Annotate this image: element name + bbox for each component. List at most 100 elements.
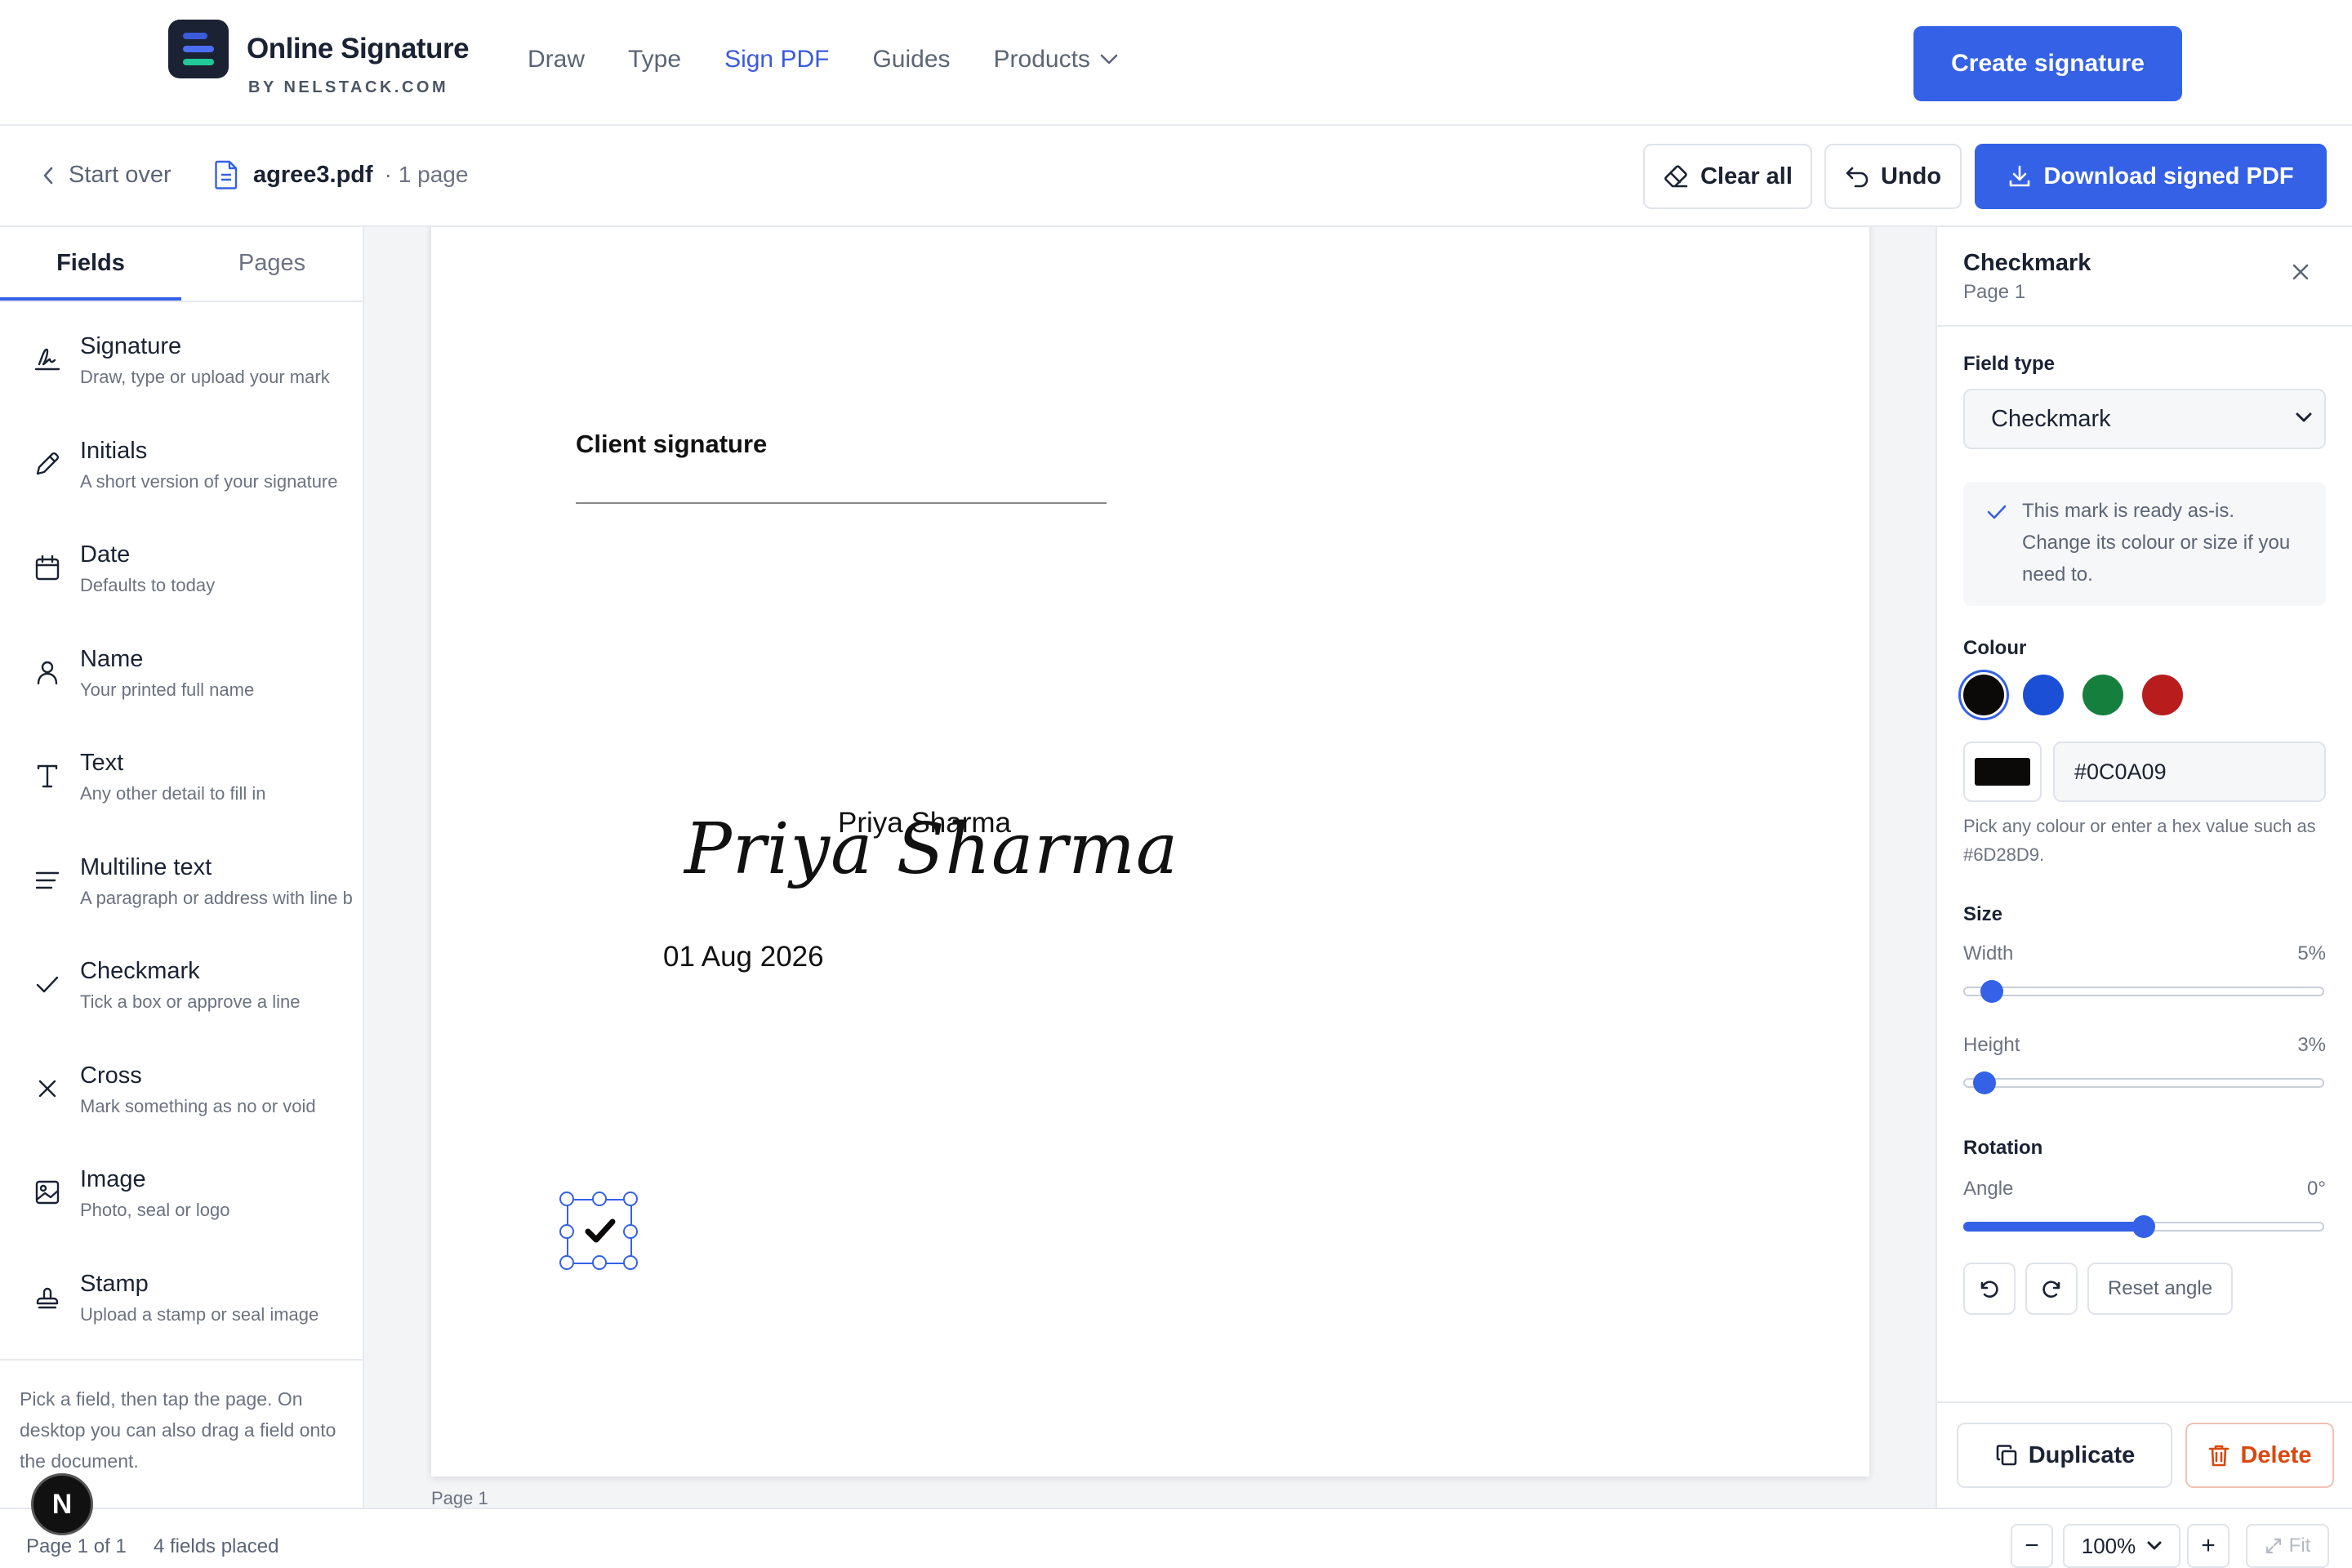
nav-products-label: Products <box>993 46 1090 73</box>
check-icon <box>1987 505 2007 519</box>
resize-handle[interactable] <box>623 1255 638 1270</box>
panel-header: Checkmark Page 1 <box>1937 227 2352 327</box>
resize-handle[interactable] <box>559 1255 574 1270</box>
angle-slider[interactable] <box>1963 1215 2326 1238</box>
delete-button[interactable]: Delete <box>2185 1423 2334 1488</box>
resize-handle[interactable] <box>592 1255 607 1270</box>
height-value: 3% <box>2297 1034 2326 1056</box>
clear-all-button[interactable]: Clear all <box>1643 144 1812 209</box>
slider-knob[interactable] <box>2132 1215 2155 1238</box>
brand[interactable]: Online Signature BY NELSTACK.COM <box>168 20 470 97</box>
pdf-page[interactable]: Client signature Priya Sharma Priya Shar… <box>431 227 1869 1477</box>
fields-sidebar: Fields Pages Signature Draw, type or upl… <box>0 227 364 1508</box>
brand-subtitle: BY NELSTACK.COM <box>248 78 449 96</box>
undo-label: Undo <box>1880 163 1942 189</box>
start-over-link[interactable]: Start over <box>42 162 172 189</box>
tab-pages[interactable]: Pages <box>181 227 363 301</box>
reset-angle-button[interactable]: Reset angle <box>2087 1263 2233 1315</box>
field-title: Signature <box>80 333 182 359</box>
signature-icon <box>34 348 60 371</box>
document-canvas: Client signature Priya Sharma Priya Shar… <box>364 227 1936 1508</box>
colour-swatch[interactable] <box>2023 675 2064 715</box>
undo-button[interactable]: Undo <box>1824 144 1962 209</box>
nav-type[interactable]: Type <box>628 46 681 74</box>
resize-handle[interactable] <box>623 1192 638 1206</box>
hex-colour-input[interactable]: #0C0A09 <box>2053 742 2326 802</box>
nav-draw[interactable]: Draw <box>528 46 585 74</box>
close-icon[interactable] <box>2290 261 2311 283</box>
field-item-initials[interactable]: Initials A short version of your signatu… <box>0 415 363 519</box>
file-info: agree3.pdf · 1 page <box>214 160 468 189</box>
rotate-left-button[interactable] <box>1963 1263 2016 1315</box>
height-slider[interactable] <box>1963 1071 2326 1094</box>
download-signed-pdf-button[interactable]: Download signed PDF <box>1975 144 2327 209</box>
field-desc: Tick a box or approve a line <box>80 991 301 1012</box>
duplicate-button[interactable]: Duplicate <box>1957 1423 2172 1488</box>
placed-date-field[interactable]: 01 Aug 2026 <box>663 941 824 973</box>
size-label: Size <box>1963 903 2003 925</box>
resize-handle[interactable] <box>623 1224 638 1239</box>
nav-guides[interactable]: Guides <box>872 46 950 74</box>
slider-knob[interactable] <box>1973 1071 1996 1094</box>
colour-preview[interactable] <box>1963 742 2042 802</box>
signature-line <box>576 502 1107 504</box>
field-item-cross[interactable]: Cross Mark something as no or void <box>0 1040 363 1144</box>
placed-name-field[interactable]: Priya Sharma <box>838 807 1011 840</box>
field-type-select[interactable]: Checkmark <box>1963 389 2326 449</box>
field-title: Date <box>80 541 131 568</box>
delete-label: Delete <box>2240 1441 2312 1468</box>
colour-swatch[interactable] <box>2082 675 2123 715</box>
brand-logo-icon <box>168 20 229 78</box>
width-label: Width <box>1963 942 2014 964</box>
nav-sign-pdf[interactable]: Sign PDF <box>724 46 829 74</box>
rotate-right-button[interactable] <box>2025 1263 2078 1315</box>
field-item-signature[interactable]: Signature Draw, type or upload your mark <box>0 310 363 415</box>
file-name: agree3.pdf <box>253 161 373 188</box>
check-icon <box>585 1218 616 1243</box>
lines-icon <box>35 871 60 889</box>
pen-icon <box>36 452 60 474</box>
colour-swatch[interactable] <box>2142 675 2183 715</box>
field-desc: Defaults to today <box>80 575 216 595</box>
field-item-image[interactable]: Image Photo, seal or logo <box>0 1143 363 1248</box>
width-value: 5% <box>2297 942 2326 964</box>
resize-handle[interactable] <box>592 1192 607 1206</box>
sidebar-tabs: Fields Pages <box>0 227 363 302</box>
field-title: Text <box>80 750 124 776</box>
rotation-label: Rotation <box>1963 1137 2043 1159</box>
floating-assistant-button[interactable]: N <box>31 1473 93 1535</box>
placed-checkmark-field[interactable] <box>559 1192 638 1270</box>
colour-swatch[interactable] <box>1963 675 2004 715</box>
resize-handle[interactable] <box>559 1192 574 1206</box>
slider-knob[interactable] <box>1980 980 2003 1003</box>
field-item-multiline-text[interactable]: Multiline text A paragraph or address wi… <box>0 831 363 936</box>
nav-products[interactable]: Products <box>994 46 1118 74</box>
field-title: Checkmark <box>80 958 200 984</box>
top-navigation: Online Signature BY NELSTACK.COM Draw Ty… <box>0 0 2352 126</box>
field-desc: Any other detail to fill in <box>80 783 266 804</box>
resize-handle[interactable] <box>559 1224 574 1239</box>
ready-note-text: This mark is ready as-is. Change its col… <box>2022 500 2291 586</box>
panel-footer: Duplicate Delete <box>1937 1401 2352 1508</box>
field-title: Stamp <box>80 1270 149 1297</box>
start-over-label: Start over <box>69 162 172 188</box>
field-item-name[interactable]: Name Your printed full name <box>0 623 363 728</box>
width-slider[interactable] <box>1963 980 2326 1003</box>
zoom-select[interactable]: 100% <box>2063 1524 2180 1568</box>
create-signature-button[interactable]: Create signature <box>1913 26 2182 101</box>
fit-button[interactable]: Fit <box>2246 1524 2329 1568</box>
eraser-icon <box>1664 165 1688 188</box>
rotate-left-icon <box>1980 1281 1998 1298</box>
field-item-stamp[interactable]: Stamp Upload a stamp or seal image <box>0 1248 363 1352</box>
zoom-out-button[interactable]: − <box>2011 1524 2053 1568</box>
field-item-date[interactable]: Date Defaults to today <box>0 519 363 623</box>
field-item-text[interactable]: Text Any other detail to fill in <box>0 727 363 831</box>
stamp-icon <box>36 1287 59 1308</box>
tab-fields[interactable]: Fields <box>0 227 181 301</box>
field-item-checkmark[interactable]: Checkmark Tick a box or approve a line <box>0 935 363 1040</box>
field-title: Cross <box>80 1062 142 1089</box>
chevron-down-icon <box>2147 1541 2162 1550</box>
status-bar: Page 1 of 1 4 fields placed − 100% + Fit <box>0 1508 2352 1568</box>
colour-label: Colour <box>1963 637 2027 659</box>
zoom-in-button[interactable]: + <box>2187 1524 2230 1568</box>
